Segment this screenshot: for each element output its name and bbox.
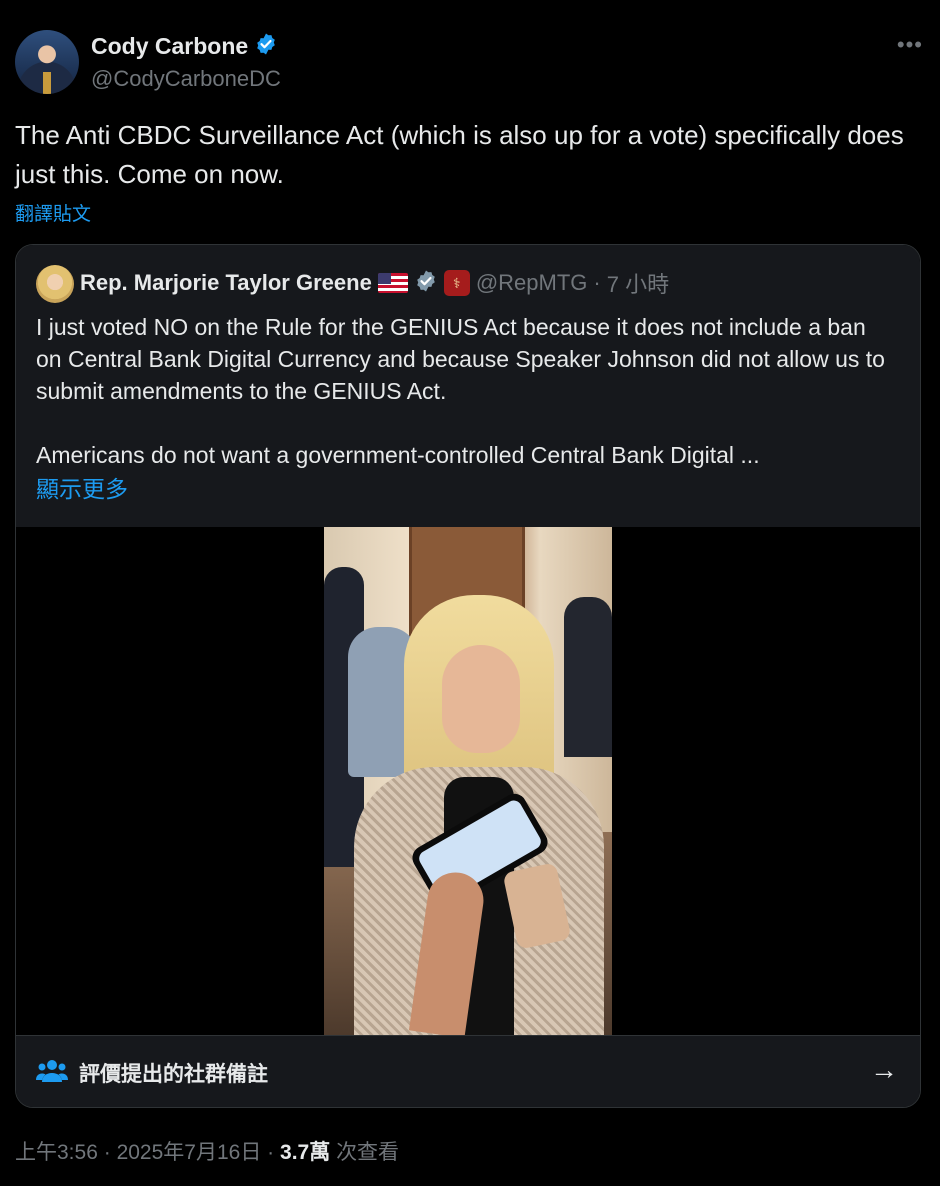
quoted-tweet-text: I just voted NO on the Rule for the GENI… [36, 314, 885, 468]
people-icon [36, 1060, 68, 1082]
video-container[interactable] [16, 527, 920, 1035]
tweet-text: The Anti CBDC Surveillance Act (which is… [15, 120, 904, 189]
arrow-right-icon[interactable]: → [870, 1054, 898, 1086]
verified-badge-icon [254, 32, 278, 61]
separator-dot: · [267, 1141, 275, 1164]
quoted-author-handle: @RepMTG [475, 270, 588, 295]
author-avatar[interactable] [15, 30, 79, 94]
tweet-meta: 上午3:56 · 2025年7月16日 · 3.7萬 次查看 [15, 1136, 399, 1166]
translate-post-link[interactable]: 翻譯貼文 [15, 199, 91, 226]
views-label: 次查看 [336, 1141, 400, 1164]
author-display-name[interactable]: Cody Carbone [91, 33, 248, 60]
quoted-tweet-header-area: Rep. Marjorie Taylor Greene ⚕ @RepMTG · … [16, 245, 920, 527]
us-flag-icon [377, 273, 408, 293]
quoted-tweet-card[interactable]: Rep. Marjorie Taylor Greene ⚕ @RepMTG · … [15, 244, 921, 1108]
tweet-header: Cody Carbone @CodyCarboneDC ••• [15, 30, 925, 96]
quoted-author-avatar [36, 265, 74, 303]
quoted-time: 7 小時 [606, 272, 670, 297]
views-count: 3.7萬 [280, 1141, 331, 1164]
author-name-row: Cody Carbone [91, 32, 278, 61]
show-more-link[interactable]: 顯示更多 [36, 470, 128, 504]
tweet-time[interactable]: 上午3:56 [15, 1141, 98, 1164]
author-handle[interactable]: @CodyCarboneDC [91, 66, 281, 92]
community-notes-bar[interactable]: 評價提出的社群備註 → [16, 1035, 920, 1107]
tweet-date[interactable]: 2025年7月16日 [117, 1141, 262, 1164]
government-affiliation-icon: ⚕ [443, 270, 470, 296]
more-horizontal-icon[interactable]: ••• [897, 32, 923, 58]
quoted-author-name: Rep. Marjorie Taylor Greene [80, 270, 372, 295]
video-thumbnail[interactable] [324, 527, 612, 1035]
quoted-author-row: Rep. Marjorie Taylor Greene ⚕ @RepMTG · … [80, 267, 669, 299]
separator-dot: · [593, 270, 601, 295]
separator-dot: · [103, 1141, 111, 1164]
community-notes-label: 評價提出的社群備註 [79, 1063, 268, 1086]
verified-badge-icon [414, 269, 438, 298]
